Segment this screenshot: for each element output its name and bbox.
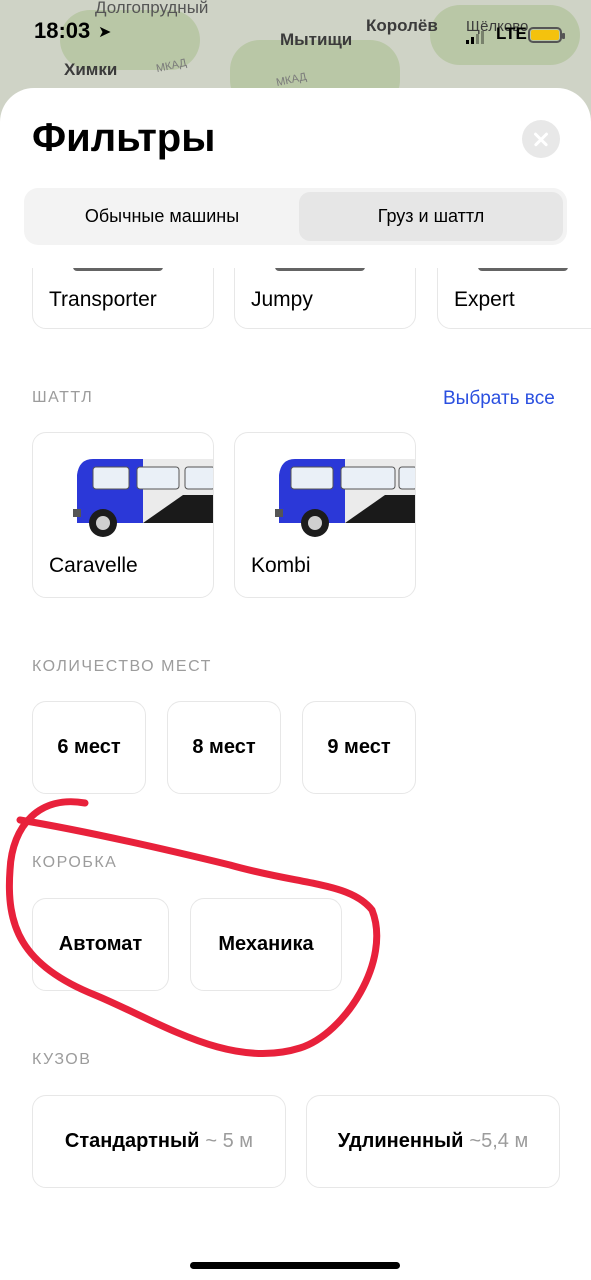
map-label: Долгопрудный xyxy=(95,0,209,17)
section-heading-seats: КОЛИЧЕСТВО МЕСТ xyxy=(32,658,212,675)
model-label: Transporter xyxy=(49,288,157,311)
seats-option-6[interactable]: 6 мест xyxy=(32,701,146,794)
seats-option-9[interactable]: 9 мест xyxy=(302,701,416,794)
status-time: 18:03 xyxy=(34,18,91,43)
section-heading-body: КУЗОВ xyxy=(32,1051,92,1068)
status-bar: 18:03 ➤ LTE xyxy=(0,18,591,54)
model-card-jumpy[interactable]: Jumpy xyxy=(234,268,416,329)
model-label: Kombi xyxy=(251,554,311,577)
map-label: Химки xyxy=(64,60,118,79)
gearbox-option-automatic[interactable]: Автомат xyxy=(32,898,169,991)
filters-sheet: Фильтры Обычные машины Груз и шаттл Tran… xyxy=(0,88,591,1280)
model-card-caravelle[interactable]: Caravelle xyxy=(32,432,214,598)
option-label: Стандартный xyxy=(64,1130,200,1152)
option-label: Удлиненный xyxy=(337,1130,464,1152)
tab-cargo-shuttle[interactable]: Груз и шаттл xyxy=(299,192,563,241)
option-hint: ~ 5 м xyxy=(205,1130,254,1152)
option-label: 8 мест xyxy=(192,736,256,758)
option-hint: ~5,4 м xyxy=(469,1130,529,1152)
option-label: Механика xyxy=(218,933,314,955)
model-label: Expert xyxy=(454,288,515,311)
option-label: 9 мест xyxy=(327,736,391,758)
model-card-transporter[interactable]: Transporter xyxy=(32,268,214,329)
network-type: LTE xyxy=(496,24,527,43)
select-all-link[interactable]: Выбрать все xyxy=(443,388,555,410)
van-image xyxy=(275,459,415,537)
section-heading-shuttle: ШАТТЛ xyxy=(32,389,94,406)
option-label: Автомат xyxy=(58,933,143,955)
van-image xyxy=(73,268,163,271)
signal-icon xyxy=(466,30,488,44)
van-image xyxy=(275,268,365,271)
location-arrow-icon: ➤ xyxy=(98,24,112,41)
gearbox-option-manual[interactable]: Механика xyxy=(190,898,342,991)
filters-scroll-area[interactable]: Transporter Jumpy Expert ШАТТЛ Выбрать в… xyxy=(0,268,591,1280)
battery-icon xyxy=(528,27,565,43)
option-label: 6 мест xyxy=(57,736,121,758)
body-option-standard[interactable]: Стандартный ~ 5 м xyxy=(32,1095,286,1188)
section-heading-gearbox: КОРОБКА xyxy=(32,854,118,871)
van-image xyxy=(73,459,213,537)
vehicle-type-tabs: Обычные машины Груз и шаттл xyxy=(24,188,567,245)
body-option-extended[interactable]: Удлиненный ~5,4 м xyxy=(306,1095,560,1188)
model-card-expert[interactable]: Expert xyxy=(437,268,591,329)
close-button[interactable] xyxy=(522,120,560,158)
van-image xyxy=(478,268,568,271)
model-label: Caravelle xyxy=(49,554,138,577)
seats-option-8[interactable]: 8 мест xyxy=(167,701,281,794)
page-title: Фильтры xyxy=(32,116,216,160)
model-label: Jumpy xyxy=(251,288,313,311)
tab-regular-cars[interactable]: Обычные машины xyxy=(28,192,296,241)
model-card-kombi[interactable]: Kombi xyxy=(234,432,416,598)
home-indicator xyxy=(190,1262,400,1269)
